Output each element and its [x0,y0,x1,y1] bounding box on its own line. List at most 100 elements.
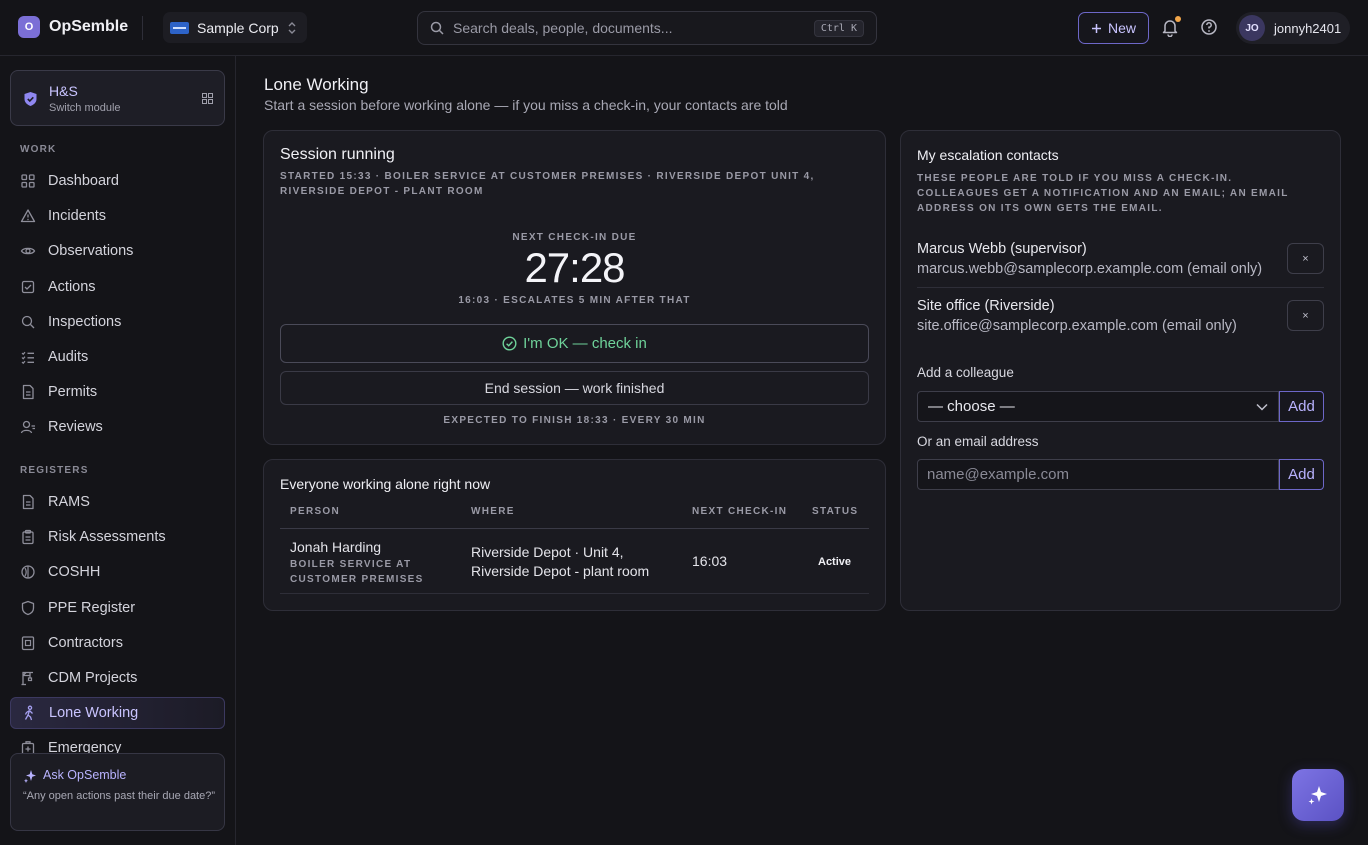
contact-name: Site office (Riverside) [917,298,1055,314]
flask-icon [21,565,35,580]
person-task: BOILER SERVICE AT CUSTOMER PREMISES [290,559,424,585]
colleague-select[interactable]: — choose — [917,391,1279,422]
org-switcher[interactable]: Sample Corp [163,12,307,43]
divider [142,16,143,40]
contact-item: Marcus Webb (supervisor) marcus.webb@sam… [917,241,1324,293]
search-placeholder: Search deals, people, documents... [453,20,673,36]
sidebar-item-risk-assessments[interactable]: Risk Assessments [10,521,225,553]
page-subtitle: Start a session before working alone — i… [264,97,788,113]
shield-icon [21,600,35,615]
walking-person-icon [24,705,33,721]
search-shortcut: Ctrl K [813,19,864,37]
session-title: Session running [280,146,395,163]
sidebar-item-label: COSHH [48,564,101,581]
sidebar-item-label: RAMS [48,494,90,510]
sidebar-item-label: Contractors [48,634,123,651]
id-card-icon [21,636,35,650]
sidebar-item-label: Incidents [48,208,107,225]
sidebar-item-audits[interactable]: Audits [10,341,225,373]
plus-icon [1091,23,1101,33]
expected-finish: EXPECTED TO FINISH 18:33 · EVERY 30 MIN [443,415,706,426]
sidebar-item-ppe-register[interactable]: PPE Register [10,592,225,624]
sidebar-item-label: Observations [48,243,134,260]
add-email-button[interactable]: Add [1279,459,1324,490]
ask-title: Ask OpSemble [43,768,127,782]
contact-divider [917,287,1324,288]
work-location: Riverside Depot · Unit 4, Riverside Depo… [471,544,650,579]
app-logo[interactable]: O OpSemble [18,16,128,38]
sidebar-item-label: PPE Register [48,599,136,616]
sidebar-item-permits[interactable]: Permits [10,376,225,408]
check-in-button[interactable]: I'm OK — check in [280,324,869,363]
assistant-fab-button[interactable] [1292,769,1344,821]
sidebar-item-inspections[interactable]: Inspections [10,306,225,338]
search-bar[interactable]: Search deals, people, documents... Ctrl … [417,11,877,45]
sidebar-item-cdm-projects[interactable]: CDM Projects [10,662,225,694]
add-colleague-button[interactable]: Add [1279,391,1324,422]
new-button[interactable]: New [1078,12,1149,44]
status-badge: Active [818,556,852,568]
search-icon [430,21,444,35]
end-session-button[interactable]: End session — work finished [280,371,869,405]
escalation-contacts-card: My escalation contacts THESE PEOPLE ARE … [900,130,1341,611]
sidebar-item-dashboard[interactable]: Dashboard [10,165,225,197]
contact-item: Site office (Riverside) site.office@samp… [917,298,1324,350]
checkbox-icon [21,280,35,293]
sidebar-item-contractors[interactable]: Contractors [10,627,225,659]
document-icon [22,385,34,400]
grid-icon [21,174,35,188]
sidebar-item-rams[interactable]: RAMS [10,486,225,518]
sidebar: H&S Switch module WORK Dashboard Incident… [0,56,236,845]
table-header-divider [280,528,869,529]
next-check-in-label: NEXT CHECK-IN DUE [512,232,637,243]
sidebar-item-label: Permits [48,384,98,401]
user-menu[interactable]: JO jonnyh2401 [1236,12,1350,44]
user-name: jonnyh2401 [1274,20,1342,36]
column-header-status: STATUS [812,506,859,517]
escalation-note: 16:03 · ESCALATES 5 MIN AFTER THAT [458,295,691,306]
sparkle-icon [1308,786,1327,805]
warning-triangle-icon [20,209,36,223]
module-title: H&S [49,83,78,99]
help-icon[interactable] [1200,18,1218,36]
org-name: Sample Corp [197,19,279,36]
sidebar-item-label: Inspections [48,313,122,330]
next-check-in-time: 16:03 [692,553,728,569]
person-review-icon [20,421,35,434]
ask-assistant-card[interactable]: Ask OpSemble “Any open actions past thei… [10,753,225,831]
end-session-label: End session — work finished [484,380,665,396]
grid-switch-icon [202,93,213,104]
sidebar-item-label: Reviews [48,419,103,436]
contact-email: site.office@samplecorp.example.com (emai… [917,318,1237,334]
app-name: OpSemble [49,18,129,35]
shield-check-icon [24,92,37,106]
lone-workers-title: Everyone working alone right now [280,476,491,492]
column-header-person: PERSON [290,506,341,517]
sparkle-icon [24,770,36,783]
page-title: Lone Working [264,75,369,94]
sidebar-item-actions[interactable]: Actions [10,271,225,303]
sidebar-item-label: Actions [48,278,96,295]
notification-dot [1175,16,1181,22]
sidebar-item-label: Risk Assessments [48,529,166,546]
section-label-work: WORK [20,144,57,155]
sidebar-item-reviews[interactable]: Reviews [10,411,225,443]
document-icon [22,494,34,510]
sidebar-item-label: CDM Projects [48,670,138,686]
clipboard-icon [22,530,34,545]
check-in-label: I'm OK — check in [523,335,647,352]
sidebar-item-incidents[interactable]: Incidents [10,200,225,232]
countdown-timer: 27:28 [524,244,625,291]
remove-contact-button[interactable]: × [1287,243,1324,274]
remove-contact-button[interactable]: × [1287,300,1324,331]
sidebar-item-observations[interactable]: Observations [10,235,225,267]
sidebar-item-coshh[interactable]: COSHH [10,556,225,588]
sidebar-item-lone-working[interactable]: Lone Working [10,697,225,730]
check-circle-icon [502,336,517,351]
module-switcher[interactable]: H&S Switch module [10,70,225,126]
email-input[interactable] [917,459,1279,490]
session-meta: STARTED 15:33 · BOILER SERVICE AT CUSTOM… [280,171,815,197]
org-flag-icon [170,21,189,34]
section-label-registers: REGISTERS [20,465,89,476]
ask-prompt: “Any open actions past their due date?” [23,790,216,802]
